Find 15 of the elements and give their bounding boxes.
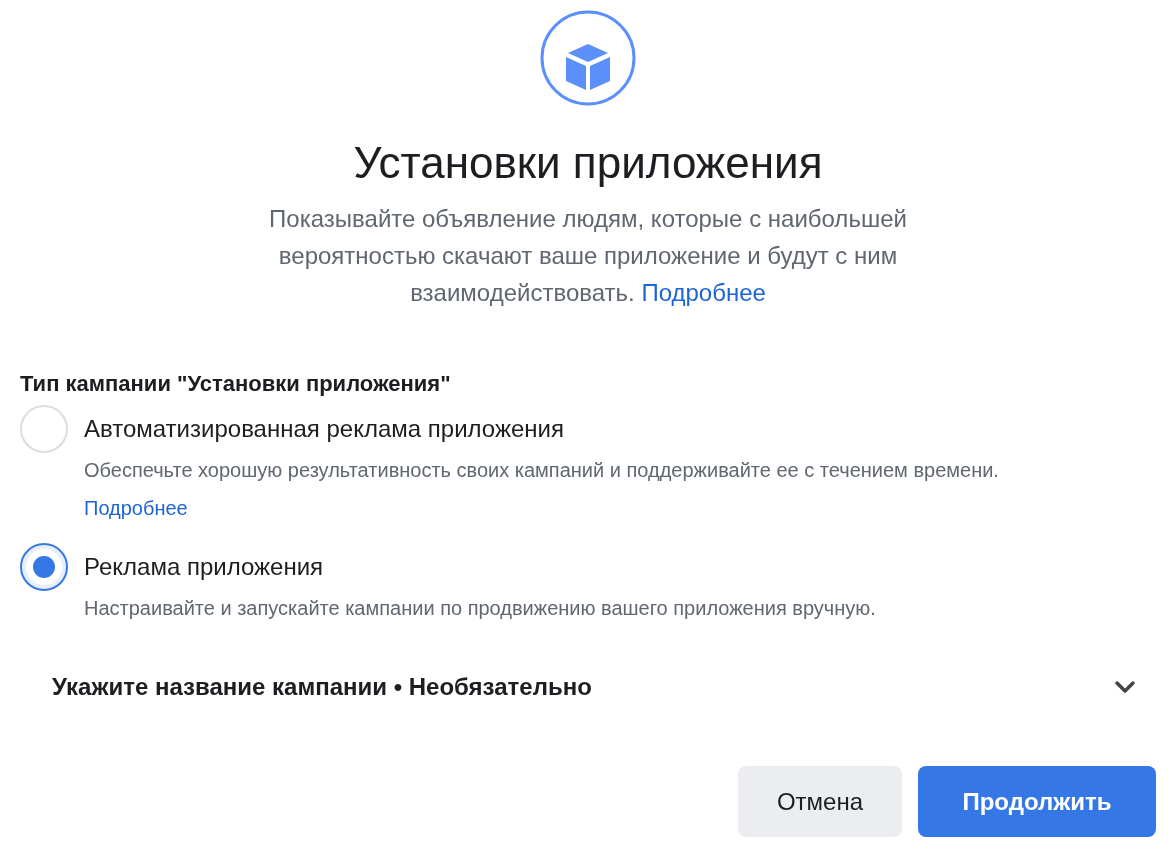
description-text: Показывайте объявление людям, которые с наибольшей вероятностью скачают ваше приложение и будут с ним взаимодействовать. Подробнее xyxy=(268,204,908,308)
cancel-button[interactable]: Отмена xyxy=(738,766,902,837)
cube-icon xyxy=(540,10,636,106)
option-title: Автоматизированная реклама приложения xyxy=(84,414,565,444)
radio-button[interactable] xyxy=(20,543,68,591)
continue-button[interactable]: Продолжить xyxy=(918,766,1156,837)
section-label: Укажите название кампании • Необязательно xyxy=(52,673,592,701)
option-description: Настраивайте и запускайте кампании по продвижению вашего приложения вручную. xyxy=(84,596,877,621)
dialog-title: Установки приложения xyxy=(353,137,823,189)
section-heading: Тип кампании "Установки приложения" xyxy=(20,370,452,398)
option-description: Обеспечьте хорошую результативность своих кампаний и поддерживайте ее с течением времени. Подробнее xyxy=(84,458,1000,521)
option-title: Реклама приложения xyxy=(84,552,325,582)
campaign-name-section[interactable]: Укажите название кампании • Необязательно xyxy=(52,667,1136,707)
learn-more-link[interactable]: Подробнее xyxy=(641,279,766,306)
learn-more-link[interactable]: Подробнее xyxy=(84,497,188,519)
